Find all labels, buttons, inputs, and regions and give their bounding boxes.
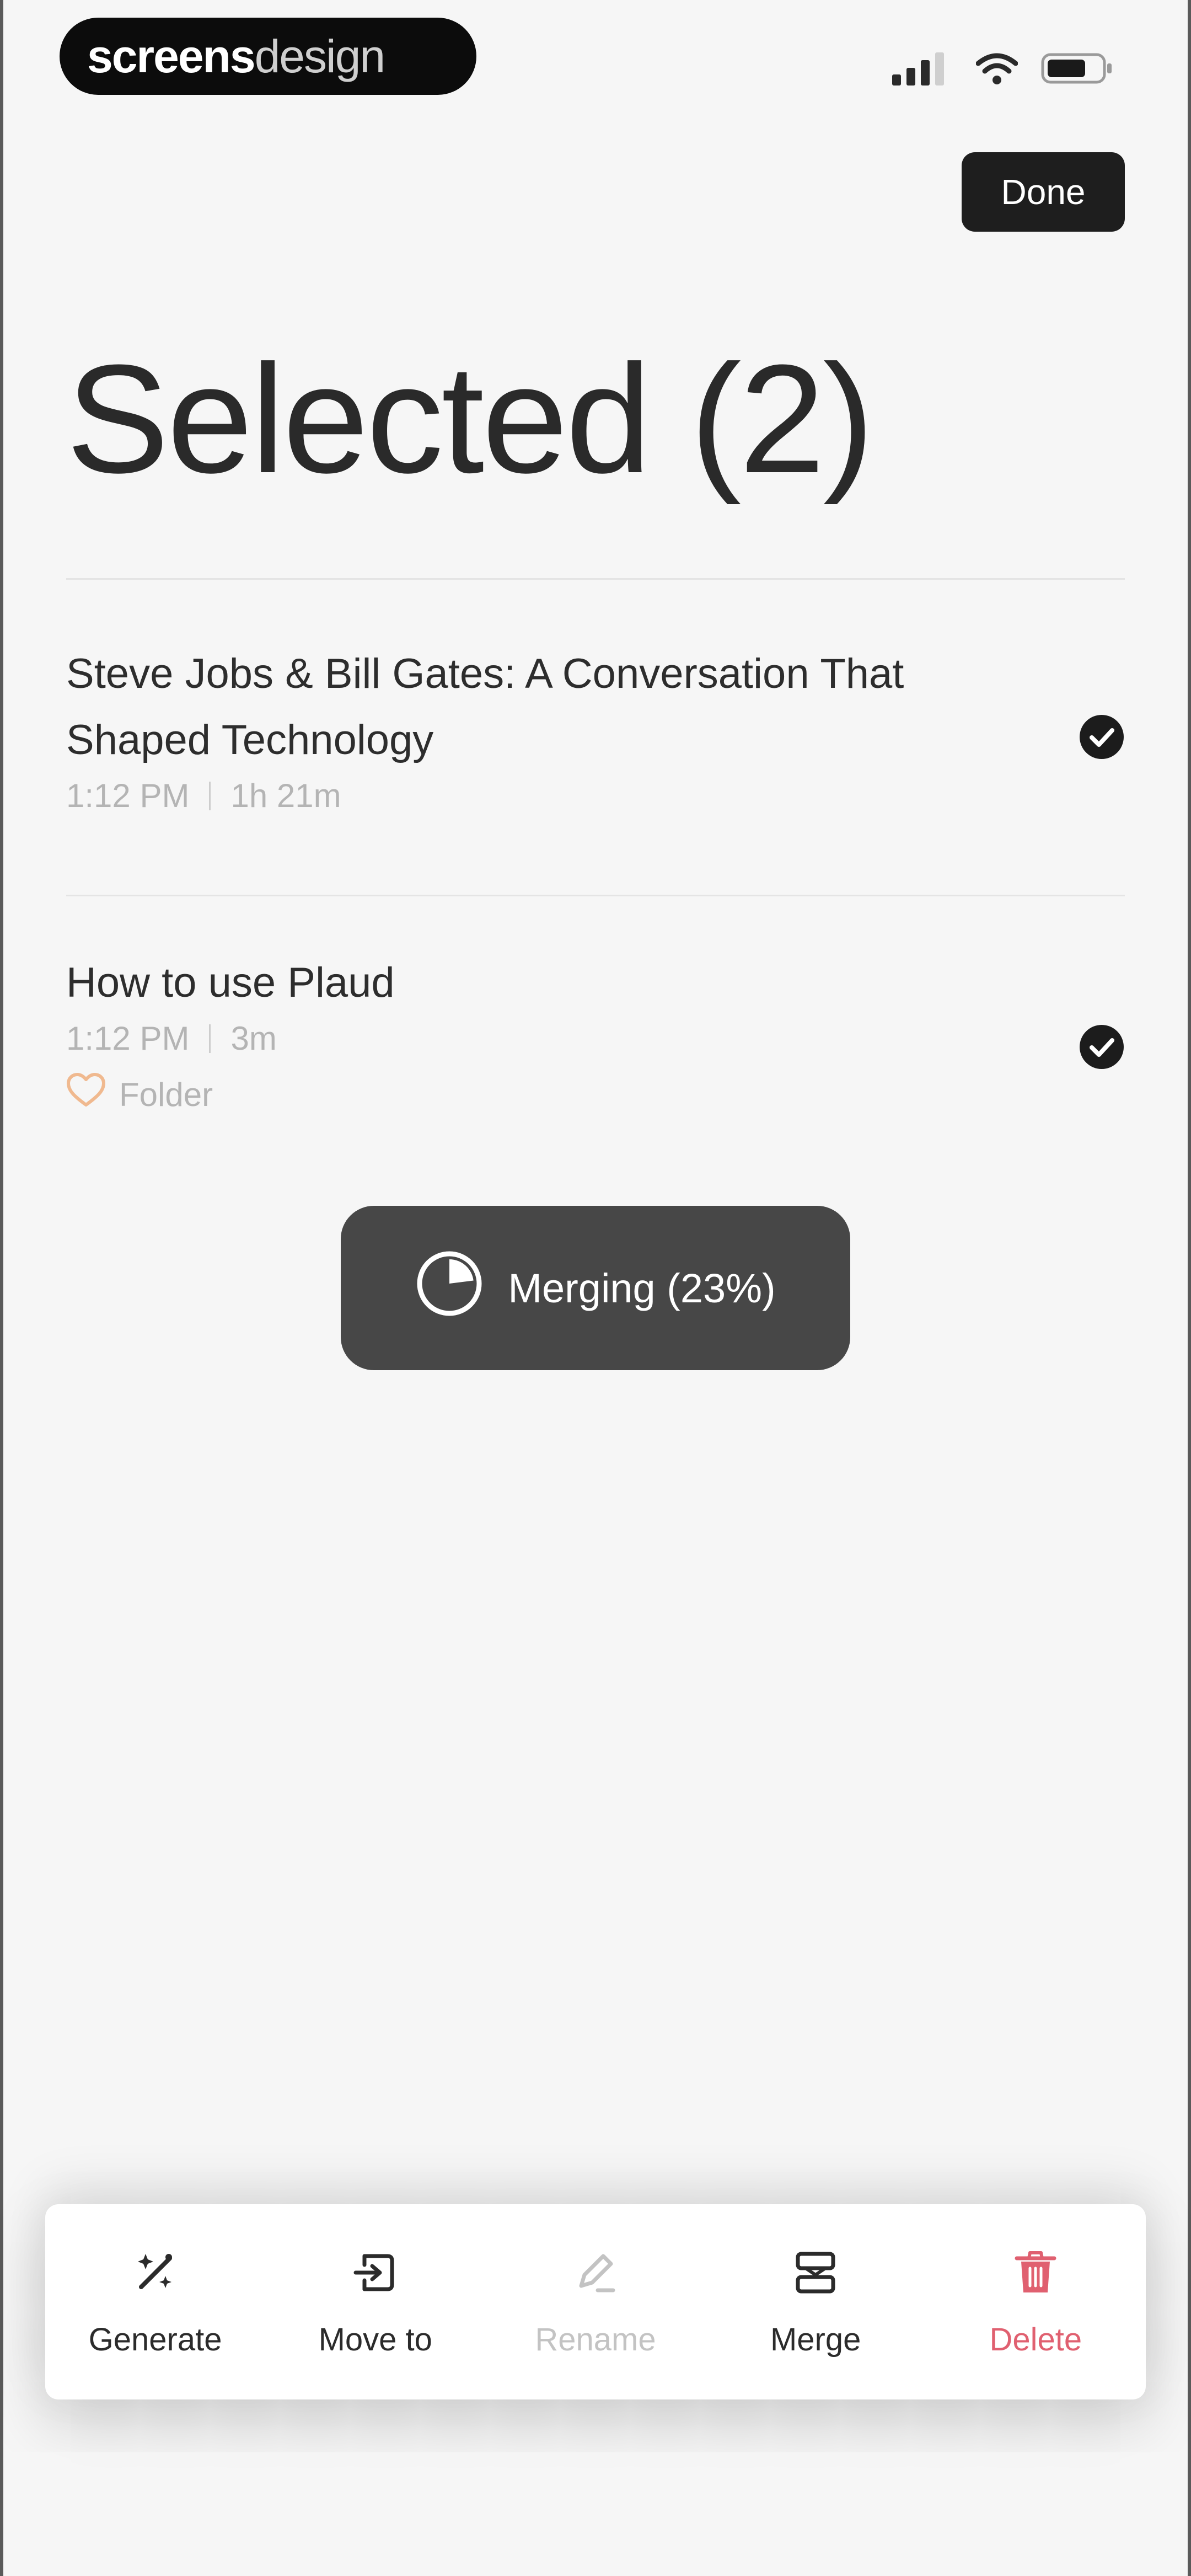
recording-folder: Folder [66,1073,1125,1116]
heart-icon [66,1073,106,1116]
done-button[interactable]: Done [962,152,1125,232]
merge-button[interactable]: Merge [716,2246,915,2358]
battery-icon [1041,51,1114,85]
merging-toast: Merging (23%) [341,1206,850,1370]
recording-meta: 1:12 PM 1h 21m [66,777,1125,815]
wifi-icon [976,51,1018,85]
generate-icon [129,2246,182,2299]
recording-title: How to use Plaud [66,959,395,1006]
recording-duration: 1h 21m [230,777,341,814]
move-to-icon [349,2246,402,2299]
rename-label: Rename [535,2321,656,2358]
progress-pie-icon [415,1249,484,1327]
trash-icon [1009,2246,1062,2299]
divider [66,578,1125,580]
divider [66,895,1125,896]
status-icons [892,46,1114,90]
brand-logo: screens design [60,18,476,95]
folder-label: Folder [119,1076,213,1113]
selected-check-icon[interactable] [1079,1024,1125,1070]
meta-separator [209,1024,211,1053]
cellular-signal-icon [892,51,953,85]
toast-text: Merging (23%) [508,1265,776,1311]
bottom-action-bar: Generate Move to Rename Merge Delete [45,2204,1146,2399]
move-to-button[interactable]: Move to [276,2246,475,2358]
rename-icon [569,2246,622,2299]
recording-item-2[interactable]: How to use Plaud 1:12 PM 3m Folder [66,950,1125,1116]
delete-button[interactable]: Delete [936,2246,1135,2358]
move-to-label: Move to [318,2321,432,2358]
recording-title: Steve Jobs & Bill Gates: A Conversation … [66,650,904,763]
generate-label: Generate [88,2321,222,2358]
recording-meta: 1:12 PM 3m [66,1019,1125,1057]
device-edge-left [0,0,3,2576]
recording-duration: 3m [230,1020,277,1057]
recording-time: 1:12 PM [66,777,190,814]
merge-label: Merge [770,2321,861,2358]
device-edge-right [1188,0,1191,2576]
page-title: Selected (2) [66,333,875,505]
selected-check-icon[interactable] [1079,714,1125,760]
screen: screens design Done Selected (2) Steve J… [0,0,1191,2576]
recording-time: 1:12 PM [66,1020,190,1057]
generate-button[interactable]: Generate [56,2246,255,2358]
brand-logo-bold: screens [87,30,256,82]
meta-separator [209,781,211,810]
delete-label: Delete [989,2321,1082,2358]
recording-item-1[interactable]: Steve Jobs & Bill Gates: A Conversation … [66,641,1125,815]
brand-logo-light: design [254,30,386,82]
merge-icon [789,2246,842,2299]
rename-button[interactable]: Rename [496,2246,695,2358]
